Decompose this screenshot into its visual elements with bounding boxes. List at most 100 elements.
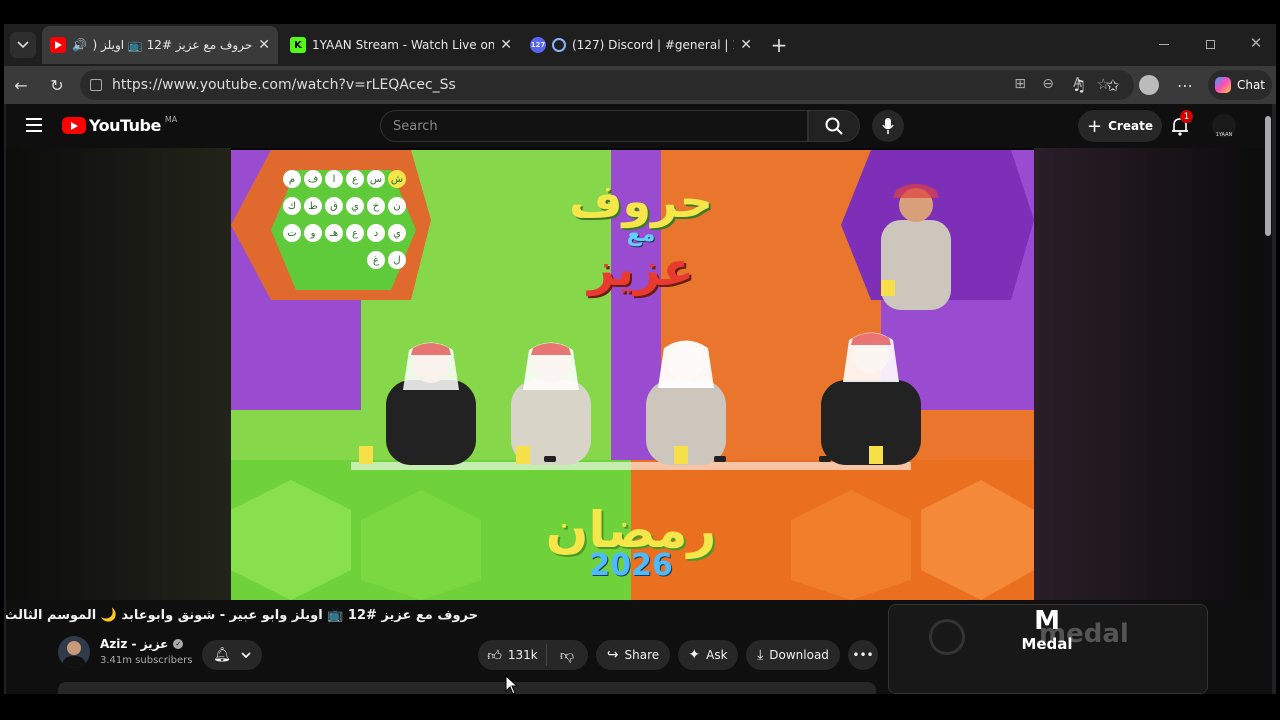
hex-letter: ي <box>346 197 364 215</box>
page-scrollbar[interactable] <box>1264 104 1272 694</box>
hex-letter: ع <box>346 170 364 188</box>
plus-icon: + <box>1087 115 1103 137</box>
site-info-icon[interactable] <box>90 79 102 91</box>
hex-letter: د <box>367 224 385 242</box>
subscriber-count: 3.41m subscribers <box>100 655 193 666</box>
close-tab-icon[interactable]: ✕ <box>740 37 752 53</box>
like-count: 131k <box>507 648 538 662</box>
minimize-button[interactable] <box>1152 34 1176 54</box>
account-avatar[interactable]: 1YAAN <box>1212 114 1236 138</box>
tab-youtube[interactable]: 🔊 حروف مع عزيز #12 📺 اويلز (1) ✕ <box>42 26 278 64</box>
medal-m-icon: M <box>1034 606 1060 636</box>
letter-board: ش س ع ا ف م ن خ ي ق ط ك ي د ع هـ و ت ل غ <box>276 170 406 275</box>
navigation-bar: ← ↻ https://www.youtube.com/watch?v=rLEQ… <box>4 66 1276 104</box>
share-icon: ↪ <box>606 647 619 663</box>
create-label: Create <box>1108 119 1153 133</box>
share-label: Share <box>624 648 660 662</box>
hex-letter: ك <box>283 197 301 215</box>
search-icon <box>825 117 843 135</box>
hex-letter: هـ <box>325 224 343 242</box>
sparkle-icon: ✦ <box>688 647 701 663</box>
address-bar[interactable]: https://www.youtube.com/watch?v=rLEQAcec… <box>80 70 1134 100</box>
search-button[interactable] <box>808 110 860 142</box>
video-frame[interactable]: ش س ع ا ف م ن خ ي ق ط ك ي د ع هـ و ت ل غ… <box>231 150 1034 600</box>
audio-playing-icon[interactable]: 🔊 <box>72 38 87 52</box>
subscription-bell-button[interactable]: 🔔︎ <box>202 640 262 670</box>
notifications-button[interactable]: 1 <box>1170 110 1193 138</box>
download-icon: ⤓ <box>757 647 764 663</box>
more-horizontal-icon: ••• <box>852 648 874 662</box>
copilot-icon <box>1214 77 1231 93</box>
channel-name[interactable]: Aziz - عزيز <box>100 637 168 651</box>
close-tab-icon[interactable]: ✕ <box>258 37 270 53</box>
sidebar-ad[interactable]: medal M Medal <box>888 604 1208 694</box>
hex-letter: غ <box>367 251 385 269</box>
channel-avatar[interactable] <box>58 636 90 668</box>
tab-kick[interactable]: K 1YAAN Stream - Watch Live on Kick ✕ <box>282 26 520 64</box>
hex-letter: ف <box>304 170 322 188</box>
logo-text: YouTube <box>89 116 161 135</box>
hex-letter: و <box>304 224 322 242</box>
ask-button[interactable]: ✦ Ask <box>678 640 738 670</box>
kick-favicon-icon: K <box>290 37 306 53</box>
reload-button[interactable]: ↻ <box>44 72 70 98</box>
channel-name-row[interactable]: Aziz - عزيز ✓ <box>100 637 184 651</box>
microphone-icon <box>882 118 894 134</box>
create-button[interactable]: + Create <box>1078 110 1162 142</box>
hex-letter: خ <box>367 197 385 215</box>
restore-button[interactable] <box>1198 34 1222 54</box>
mouse-cursor-icon <box>505 675 519 695</box>
more-menu-icon[interactable]: ⋯ <box>1172 72 1198 98</box>
tab-discord[interactable]: 127 (127) Discord | #general | 1YAAN ✕ <box>522 26 760 64</box>
description-box[interactable] <box>58 682 876 694</box>
show-title-line-1: حروف <box>569 174 713 228</box>
bell-ring-icon: 🔔︎ <box>213 647 231 663</box>
youtube-page: YouTube MA Search + Create 1 1YAAN ش س ع… <box>6 104 1272 694</box>
tab-list-button[interactable] <box>10 32 36 58</box>
hamburger-menu-icon[interactable] <box>26 118 42 132</box>
download-button[interactable]: ⤓ Download <box>746 640 840 670</box>
back-button[interactable]: ← <box>8 72 34 98</box>
verified-icon: ✓ <box>173 639 184 649</box>
hex-letter: ا <box>325 170 343 188</box>
new-tab-button[interactable]: + <box>766 32 792 58</box>
profile-button[interactable] <box>1136 72 1162 98</box>
hex-letter: ق <box>325 197 343 215</box>
youtube-logo[interactable]: YouTube MA <box>62 115 178 135</box>
favorites-icon[interactable]: ✩ <box>1100 72 1126 98</box>
profile-avatar-icon <box>1139 75 1159 95</box>
dislike-button[interactable]: 👎︎ <box>547 647 587 664</box>
chevron-down-icon <box>241 651 251 658</box>
url-text: https://www.youtube.com/watch?v=rLEQAcec… <box>112 77 456 93</box>
notification-badge: 1 <box>1180 110 1193 123</box>
ramadan-logo: رمضان 2026 <box>541 505 721 581</box>
copilot-chat-button[interactable]: Chat <box>1208 70 1272 100</box>
thumbs-down-icon: 👎︎ <box>559 647 575 664</box>
like-button[interactable]: 👍︎ 131k <box>479 644 547 666</box>
more-actions-button[interactable]: ••• <box>848 640 878 670</box>
app-available-icon[interactable]: ⊞ <box>1014 76 1026 92</box>
voice-search-button[interactable] <box>872 110 904 142</box>
video-player[interactable]: ش س ع ا ف م ن خ ي ق ط ك ي د ع هـ و ت ل غ… <box>6 148 1264 600</box>
tab-strip: 🔊 حروف مع عزيز #12 📺 اويلز (1) ✕ K 1YAAN… <box>4 24 1276 66</box>
thumbs-up-icon: 👍︎ <box>487 647 502 664</box>
tab-title: (127) Discord | #general | 1YAAN <box>572 38 734 52</box>
ask-label: Ask <box>706 648 728 662</box>
region-code: MA <box>164 115 178 124</box>
youtube-play-icon <box>62 117 86 134</box>
tab-title: 1YAAN Stream - Watch Live on Kick <box>312 38 495 52</box>
chat-label: Chat <box>1236 78 1266 92</box>
tab-title: حروف مع عزيز #12 📺 اويلز (1) <box>92 38 253 52</box>
medal-text: Medal <box>1021 635 1073 653</box>
media-control-icon[interactable]: ♫ <box>1066 72 1092 98</box>
video-title: حروف مع عزيز #12 📺 اويلز وابو عبير - شون… <box>6 608 478 623</box>
zoom-icon[interactable]: ⊖ <box>1042 76 1054 92</box>
share-button[interactable]: ↪ Share <box>596 640 670 670</box>
search-input[interactable]: Search <box>380 110 808 142</box>
hex-letter: ش <box>388 170 406 188</box>
scrollbar-thumb[interactable] <box>1265 116 1271 236</box>
browser-window: 🔊 حروف مع عزيز #12 📺 اويلز (1) ✕ K 1YAAN… <box>4 24 1276 694</box>
hex-letter: ي <box>388 224 406 242</box>
close-window-button[interactable]: ✕ <box>1244 32 1268 54</box>
close-tab-icon[interactable]: ✕ <box>500 37 512 53</box>
